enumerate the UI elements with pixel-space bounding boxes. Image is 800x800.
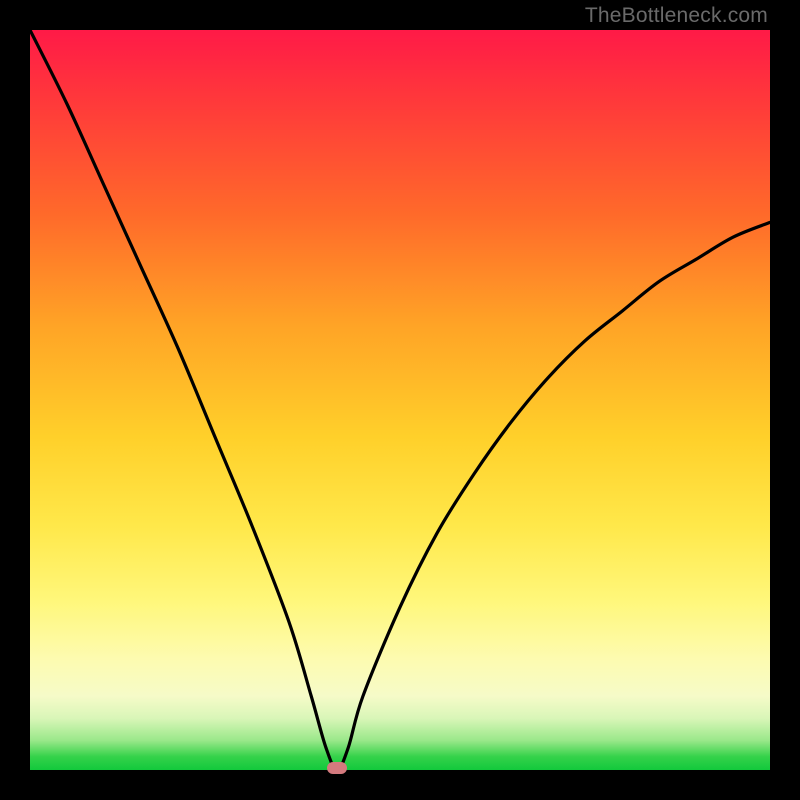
bottleneck-curve [30,30,770,770]
watermark-text: TheBottleneck.com [585,4,768,28]
plot-area [30,30,770,770]
minimum-marker [327,762,347,774]
